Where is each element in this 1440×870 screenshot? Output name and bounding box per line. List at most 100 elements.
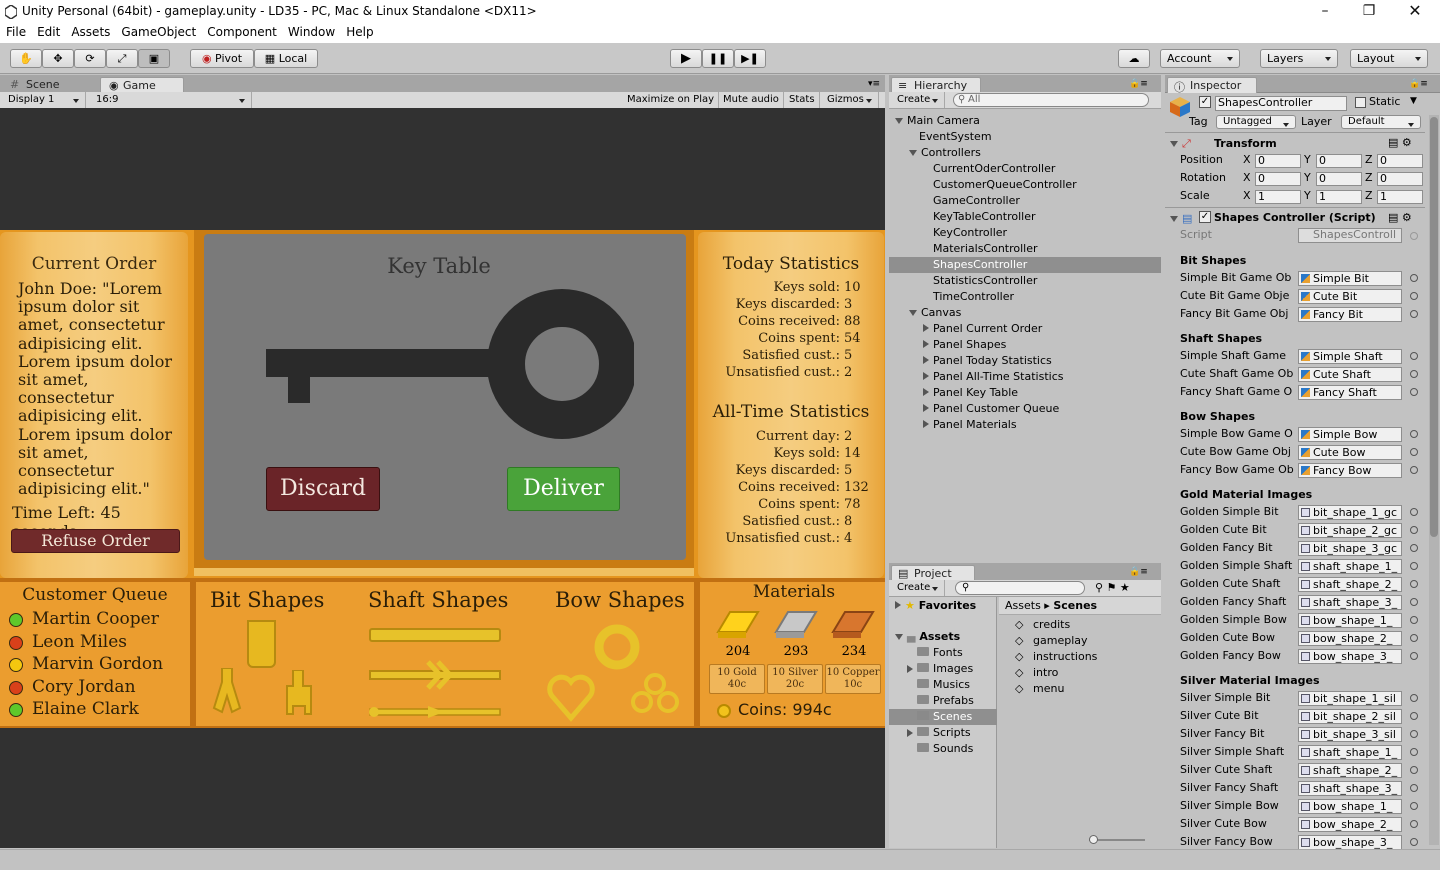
collapsed-arrow-icon[interactable] [923,356,929,364]
hierarchy-item[interactable]: Panel Current Order [889,321,1161,337]
object-picker-icon[interactable] [1410,652,1418,660]
assets-root-item[interactable]: ▄ Assets [895,630,960,643]
layers-dropdown[interactable]: Layers [1260,49,1338,68]
script-enabled-checkbox[interactable]: ✓ [1199,211,1211,223]
filter-icons[interactable]: ⚲ ⚑ ★ [1095,581,1130,594]
hierarchy-item[interactable]: Panel All-Time Statistics [889,369,1161,385]
collapsed-arrow-icon[interactable] [907,665,913,673]
gizmos-dropdown[interactable]: Gizmos [823,92,879,108]
menu-component[interactable]: Component [201,24,282,39]
buy-silver-button[interactable]: 10 Silver 20c [767,664,823,694]
scene-file[interactable]: ◇ intro [1015,665,1058,681]
collapsed-arrow-icon[interactable] [923,372,929,380]
step-button[interactable]: ▶❚ [734,49,766,68]
object-picker-icon[interactable] [1410,580,1418,588]
move-tool-button[interactable]: ✥ [42,49,74,68]
object-reference-field[interactable]: bit_shape_1_sil [1298,691,1402,706]
static-checkbox[interactable] [1355,97,1366,108]
tab-inspector[interactable]: ⓘ Inspector [1167,77,1257,94]
object-reference-field[interactable]: Cute Bit [1298,289,1402,304]
menu-gameobject[interactable]: GameObject [115,24,201,39]
inspector-scrollbar[interactable] [1429,115,1439,845]
object-picker-icon[interactable] [1410,508,1418,516]
axis-label-x[interactable]: X [1243,153,1251,166]
hierarchy-item[interactable]: TimeController [889,289,1161,305]
hierarchy-item[interactable]: Controllers [889,145,1161,161]
breadcrumb-assets[interactable]: Assets [1005,599,1041,612]
object-reference-field[interactable]: bow_shape_3_ [1298,649,1402,664]
transform-y-field[interactable]: 0 [1316,154,1362,168]
object-picker-icon[interactable] [1410,544,1418,552]
folder-item[interactable]: Fonts [889,645,997,661]
transform-x-field[interactable]: 0 [1255,172,1301,186]
maximize-button[interactable]: ❐ [1354,2,1384,20]
simple-shaft-shape[interactable] [369,628,501,642]
local-toggle[interactable]: ▦ Local [254,49,318,68]
folder-item[interactable]: Scenes [889,709,997,725]
collapsed-arrow-icon[interactable] [907,729,913,737]
object-reference-field[interactable]: bow_shape_1_ [1298,613,1402,628]
static-dropdown-arrow-icon[interactable]: ▼ [1410,96,1417,106]
object-picker-icon[interactable] [1410,730,1418,738]
object-picker-icon[interactable] [1410,634,1418,642]
folder-item[interactable]: Scripts [889,725,997,741]
collapsed-arrow-icon[interactable] [923,324,929,332]
fancy-bow-shape[interactable] [628,672,682,722]
layout-dropdown[interactable]: Layout [1350,49,1428,68]
axis-label-x[interactable]: X [1243,171,1251,184]
axis-label-y[interactable]: Y [1304,153,1311,166]
collapsed-arrow-icon[interactable] [923,404,929,412]
transform-y-field[interactable]: 1 [1316,190,1362,204]
active-checkbox[interactable]: ✓ [1199,96,1211,108]
hierarchy-item[interactable]: Panel Customer Queue [889,401,1161,417]
hierarchy-item[interactable]: StatisticsController [889,273,1161,289]
scrollbar-thumb[interactable] [1430,117,1438,537]
hierarchy-item[interactable]: KeyTableController [889,209,1161,225]
hierarchy-item[interactable]: CustomerQueueController [889,177,1161,193]
object-reference-field[interactable]: bit_shape_3_gc [1298,541,1402,556]
object-reference-field[interactable]: shaft_shape_3_ [1298,595,1402,610]
transform-z-field[interactable]: 0 [1377,172,1423,186]
hierarchy-item[interactable]: Panel Materials [889,417,1161,433]
object-picker-icon[interactable] [1410,388,1418,396]
buy-copper-button[interactable]: 10 Copper 10c [825,664,881,694]
transform-header[interactable]: ⤢ [1170,137,1191,151]
project-create-dropdown[interactable]: Create [893,580,945,596]
hierarchy-item[interactable]: Main Camera [889,113,1161,129]
project-lock-icon[interactable]: 🔒≡ [1129,567,1148,577]
inspector-lock-icon[interactable]: 🔒≡ [1409,79,1428,89]
maximize-on-play-toggle[interactable]: Maximize on Play [623,92,720,108]
collapsed-arrow-icon[interactable] [923,388,929,396]
breadcrumb-scenes[interactable]: Scenes [1053,599,1097,612]
object-picker-icon[interactable] [1410,694,1418,702]
menu-help[interactable]: Help [340,24,378,39]
script-header[interactable]: ▤ [1170,212,1192,225]
hierarchy-item[interactable]: GameController [889,193,1161,209]
hierarchy-search-input[interactable]: ⚲ All [953,93,1149,107]
object-picker-icon[interactable] [1410,838,1418,846]
hierarchy-item[interactable]: MaterialsController [889,241,1161,257]
object-reference-field[interactable]: bit_shape_2_gc [1298,523,1402,538]
rotate-tool-button[interactable]: ⟳ [74,49,106,68]
stats-toggle[interactable]: Stats [785,92,820,108]
tab-scene[interactable]: # Scene [4,77,68,93]
transform-z-field[interactable]: 1 [1377,190,1423,204]
hierarchy-item[interactable]: KeyController [889,225,1161,241]
object-reference-field[interactable]: Fancy Shaft [1298,385,1402,400]
tab-game[interactable]: ◉ Game [100,77,184,93]
fancy-bit-shape[interactable] [283,670,315,716]
pivot-toggle[interactable]: ◉ Pivot [190,49,254,68]
object-picker-icon[interactable] [1410,370,1418,378]
collapsed-arrow-icon[interactable] [923,340,929,348]
object-reference-field[interactable]: bit_shape_1_gc [1298,505,1402,520]
object-name-field[interactable]: ShapesController [1215,96,1347,111]
cloud-button[interactable]: ☁ [1118,49,1150,68]
collapsed-arrow-icon[interactable] [923,420,929,428]
close-button[interactable]: ✕ [1400,2,1430,20]
scene-file[interactable]: ◇ credits [1015,617,1070,633]
object-reference-field[interactable]: bow_shape_2_ [1298,631,1402,646]
object-reference-field[interactable]: Simple Bit [1298,271,1402,286]
hierarchy-item[interactable]: ShapesController [889,257,1161,273]
axis-label-z[interactable]: Z [1365,153,1373,166]
object-picker-icon[interactable] [1410,616,1418,624]
